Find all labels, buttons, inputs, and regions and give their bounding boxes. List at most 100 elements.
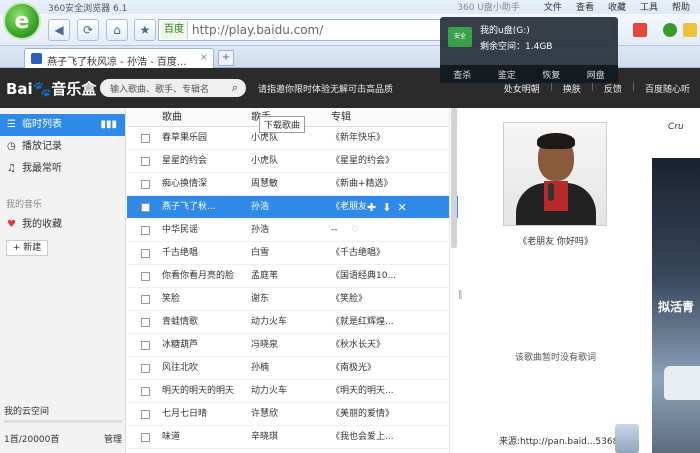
song-album[interactable]: 《明天的明天... (331, 380, 426, 403)
song-checkbox[interactable] (141, 157, 150, 166)
skin-button[interactable]: 换肤 (563, 82, 581, 95)
song-artist[interactable]: 周慧敏 (251, 173, 323, 196)
song-artist[interactable]: 辛晓琪 (251, 426, 323, 449)
new-playlist-button[interactable]: + 新建 (6, 240, 48, 256)
menu-file[interactable]: 文件 (544, 0, 562, 14)
heart-outline-icon[interactable]: ♡ (351, 219, 359, 242)
song-artist[interactable]: 白雪 (251, 242, 323, 265)
sidebar-item-most-played[interactable]: ♫ 我最常听 (0, 158, 125, 180)
sidebar-item-history[interactable]: ◷ 播放记录 (0, 136, 125, 158)
tab-close-icon[interactable]: × (200, 52, 208, 63)
panel-collapse-handle[interactable]: ‖ (458, 290, 464, 304)
song-row[interactable]: 七月七日晴 许慧欣 《美丽的爱情》 (127, 403, 458, 426)
song-checkbox[interactable] (141, 387, 150, 396)
song-row[interactable]: 风往北吹 孙楠 《南极光》 (127, 357, 458, 380)
song-row[interactable]: 冰糖葫芦 冯晓泉 《秋水长天》 (127, 334, 458, 357)
usb-restore-button[interactable]: 恢复 (542, 68, 560, 81)
column-title[interactable]: 歌曲 (162, 108, 247, 127)
song-title[interactable]: 星星的约会 (162, 150, 247, 173)
download-icon[interactable]: ⬇ (382, 196, 391, 219)
song-album[interactable]: 《新曲+精选》 (331, 173, 426, 196)
song-checkbox[interactable] (141, 433, 150, 442)
delete-icon[interactable]: ✕ (397, 196, 406, 219)
song-checkbox[interactable] (141, 180, 150, 189)
song-album[interactable]: 《就是红辉煌... (331, 311, 426, 334)
song-row[interactable]: 痴心换情深 周慧敏 《新曲+精选》 (127, 173, 458, 196)
menu-help[interactable]: 帮助 (672, 0, 690, 14)
usb-check-button[interactable]: 鉴定 (498, 68, 516, 81)
sidebar-item-temp-list[interactable]: ☰ 临时列表 ▮▮▮ (0, 114, 125, 136)
song-row[interactable]: 青蛙情歌 动力火车 《就是红辉煌... (127, 311, 458, 334)
song-album[interactable]: 《国语经典10... (331, 265, 426, 288)
song-title[interactable]: 味道 (162, 426, 247, 449)
add-icon[interactable]: ✚ (367, 196, 376, 219)
menu-favorites[interactable]: 收藏 (608, 0, 626, 14)
search-input[interactable]: 输入歌曲、歌手、专辑名 ⌕ (100, 79, 246, 97)
song-artist[interactable]: 孙楠 (251, 357, 323, 380)
song-row[interactable]: 千古绝唱 白雪 《千古绝唱》 (127, 242, 458, 265)
address-url[interactable]: http://play.baidu.com/ (192, 23, 323, 37)
scrollbar-thumb[interactable] (451, 108, 457, 248)
promo-text[interactable]: 请指邀你限时体验无解可击高品质 (258, 82, 393, 95)
listen-link[interactable]: 百度随心听 (645, 82, 690, 95)
song-row[interactable]: 中华民谣 孙浩 -- ♡ (127, 219, 458, 242)
song-artist[interactable]: 孙浩 (251, 196, 323, 219)
song-title[interactable]: 燕子飞了秋... (162, 196, 247, 219)
song-artist[interactable]: 动力火车 (251, 380, 323, 403)
song-title[interactable]: 你看你看月亮的脸 (162, 265, 247, 288)
song-title[interactable]: 青蛙情歌 (162, 311, 247, 334)
usb-name[interactable]: 我的u盘(G:) (480, 23, 530, 36)
sidebar-item-favorites[interactable]: ♥ 我的收藏 (0, 214, 125, 236)
song-title[interactable]: 中华民谣 (162, 219, 247, 242)
usb-scan-button[interactable]: 查杀 (453, 68, 471, 81)
song-album[interactable]: 《我也会爱上... (331, 426, 426, 449)
song-title[interactable]: 明天的明天的明天 (162, 380, 247, 403)
scrollbar[interactable] (449, 108, 457, 453)
search-icon[interactable]: ⌕ (232, 81, 238, 95)
browser-logo-icon[interactable]: e (3, 2, 41, 40)
back-arrow-icon[interactable]: ◀ (48, 19, 70, 41)
song-album[interactable]: 《笑脸》 (331, 288, 426, 311)
song-title[interactable]: 冰糖葫芦 (162, 334, 247, 357)
song-checkbox[interactable] (141, 249, 150, 258)
song-row[interactable]: 明天的明天的明天 动力火车 《明天的明天... (127, 380, 458, 403)
song-artist[interactable]: 许慧欣 (251, 403, 323, 426)
source-link[interactable]: 来源:http://pan.baid...53683 (499, 434, 624, 447)
song-row[interactable]: 星星的约会 小虎队 《星星的约会》 (127, 150, 458, 173)
song-row[interactable]: 你看你看月亮的脸 孟庭苇 《国语经典10... (127, 265, 458, 288)
song-row[interactable]: 笑脸 谢东 《笑脸》 (127, 288, 458, 311)
column-album[interactable]: 专辑 (331, 108, 426, 127)
menu-tools[interactable]: 工具 (640, 0, 658, 14)
song-row[interactable]: 燕子飞了秋... 孙浩 《老朋友 ✚ ⬇ ✕ (127, 196, 458, 219)
song-title[interactable]: 春草果乐园 (162, 127, 247, 150)
song-row[interactable]: 味道 辛晓琪 《我也会爱上... (127, 426, 458, 449)
song-artist[interactable]: 谢东 (251, 288, 323, 311)
song-title[interactable]: 千古绝唱 (162, 242, 247, 265)
song-album[interactable]: -- (331, 219, 426, 242)
tab-baidu-music[interactable]: 燕子飞了秋风凉 - 孙浩 - 百度... × (24, 48, 214, 68)
song-album[interactable]: 《美丽的爱情》 (331, 403, 426, 426)
menu-view[interactable]: 查看 (576, 0, 594, 14)
song-artist[interactable]: 小虎队 (251, 150, 323, 173)
album-title[interactable]: 《老朋友 你好吗》 (465, 234, 646, 247)
song-artist[interactable]: 孟庭苇 (251, 265, 323, 288)
song-checkbox[interactable] (141, 134, 150, 143)
new-tab-button[interactable]: + (218, 50, 234, 66)
song-title[interactable]: 风往北吹 (162, 357, 247, 380)
song-album[interactable]: 《南极光》 (331, 357, 426, 380)
song-album[interactable]: 《秋水长天》 (331, 334, 426, 357)
extension-icon[interactable] (683, 23, 697, 37)
security-shield-icon[interactable] (663, 23, 677, 37)
song-title[interactable]: 七月七日晴 (162, 403, 247, 426)
song-checkbox[interactable] (141, 364, 150, 373)
usb-helper-label[interactable]: 360 U盘小助手 (457, 0, 520, 14)
song-checkbox[interactable] (141, 226, 150, 235)
song-checkbox[interactable] (141, 410, 150, 419)
song-artist[interactable]: 冯晓泉 (251, 334, 323, 357)
song-album[interactable]: 《新年快乐》 (331, 127, 426, 150)
song-title[interactable]: 痴心换情深 (162, 173, 247, 196)
cloud-manage-link[interactable]: 管理 (104, 429, 122, 451)
refresh-icon[interactable]: ⟳ (77, 19, 99, 41)
song-checkbox[interactable] (141, 318, 150, 327)
song-artist[interactable]: 动力火车 (251, 311, 323, 334)
